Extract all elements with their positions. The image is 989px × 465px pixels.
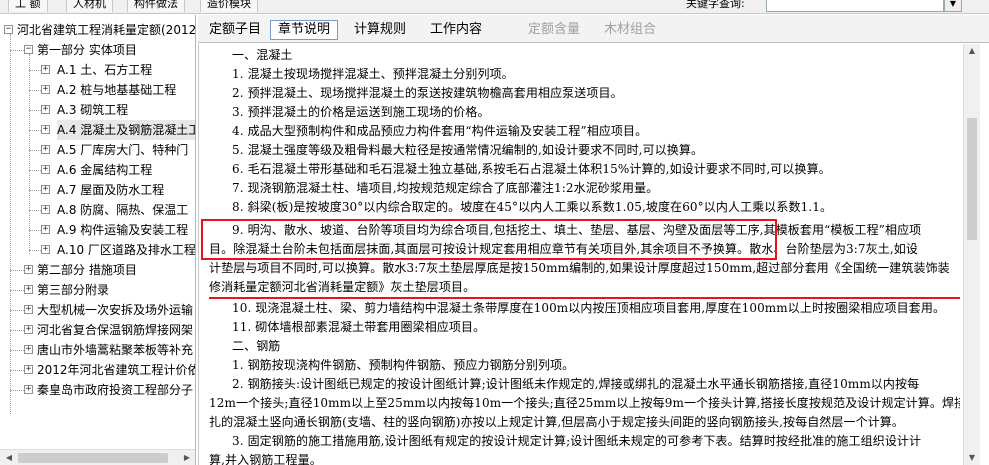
scroll-left-icon[interactable]: ◀ <box>2 452 16 464</box>
expand-icon[interactable]: + <box>24 365 33 374</box>
chapter-code: A.2 <box>57 83 77 97</box>
chevron-down-icon: ▼ <box>949 0 957 8</box>
expand-icon[interactable]: + <box>41 165 50 174</box>
expand-icon[interactable]: + <box>24 285 33 294</box>
expand-icon[interactable]: + <box>24 265 33 274</box>
tab-bar: 定额子目 章节说明 计算规则 工作内容 定额含量 木材组合 <box>198 15 989 43</box>
expand-icon[interactable]: + <box>41 185 50 194</box>
doc-line: 3. 预拌混凝土的价格是运送到施工现场的价格。 <box>232 105 490 119</box>
expand-icon[interactable]: + <box>41 125 50 134</box>
search-input[interactable] <box>766 0 944 12</box>
search-dropdown-button[interactable]: ▼ <box>944 0 962 12</box>
toolbar-item-component-method[interactable]: 构件做法 <box>127 0 185 12</box>
tree-node-label: 2012年河北省建筑工程计价依 <box>37 363 196 377</box>
chapter-code: A.9 <box>57 223 77 237</box>
tree-node-label: 第二部分 措施项目 <box>37 263 137 277</box>
chapter-code: A.3 <box>57 103 77 117</box>
annotation-underline <box>209 297 960 299</box>
scroll-up-icon[interactable]: ▲ <box>966 44 978 58</box>
expand-icon[interactable]: + <box>41 85 50 94</box>
chapter-notes-document: 一、混凝土 1. 混凝土按现场搅拌混凝土、预拌混凝土分别列项。 2. 预拌混凝土… <box>198 44 960 465</box>
chapter-code: A.8 <box>57 203 77 217</box>
collapse-icon[interactable]: − <box>24 45 33 54</box>
tree-node-label: 第三部分附录 <box>37 283 110 297</box>
doc-line: 2. 预拌混凝土、现场搅拌混凝土的泵送按建筑物檐高套用相应泵送项目。 <box>232 86 623 100</box>
chapter-name: 屋面及防水工程 <box>80 183 165 197</box>
doc-line: 2. 钢筋接头:设计图纸已规定的按设计图纸计算;设计图纸未作规定的,焊接或绑扎的… <box>232 377 920 391</box>
doc-line: 4. 成品大型预制构件和成品预应力构件套用“构件运输及安装工程”相应项目。 <box>232 124 648 138</box>
search-label: 关键字查询: <box>686 0 745 10</box>
expand-icon[interactable]: + <box>24 345 33 354</box>
expand-icon[interactable]: + <box>41 145 50 154</box>
chapter-code: A.5 <box>57 143 77 157</box>
toolbar-item-quota[interactable]: 工 额 <box>8 0 48 12</box>
chapter-code: A.4 <box>57 123 77 137</box>
tab-timber-combination[interactable]: 木材组合 <box>598 20 662 40</box>
chapter-name: 土、石方工程 <box>80 63 153 77</box>
tab-quota-items[interactable]: 定额子目 <box>204 20 266 40</box>
doc-line: 7. 现浇钢筋混凝土柱、墙项目,均按规范规定综合了底部灌注1:2水泥砂浆用量。 <box>232 181 659 195</box>
top-toolbar: 工 额 人材机 构件做法 造价模块 关键字查询: ▼ <box>0 0 989 14</box>
content-pane: 定额子目 章节说明 计算规则 工作内容 定额含量 木材组合 一、混凝土 1. 混… <box>198 15 989 465</box>
tree-node-label: 秦皇岛市政府投资工程部分子 <box>37 383 194 397</box>
chapter-name: 防腐、隔热、保温工 <box>80 203 189 217</box>
chapter-name: 混凝土及钢筋混凝土工 <box>80 123 196 137</box>
doc-line: 算,并入钢筋工程量。 <box>209 453 322 465</box>
annotation-box <box>201 219 777 260</box>
section-heading: 二、钢筋 <box>232 339 281 353</box>
scroll-right-icon[interactable]: ▶ <box>180 452 194 464</box>
doc-line: 11. 砌体墙根部素混凝土带套用圈梁相应项目。 <box>232 320 486 334</box>
expand-icon[interactable]: + <box>41 65 50 74</box>
tree-node-label: 河北省建筑工程消耗量定额(2012 <box>17 23 196 37</box>
doc-line: 8. 斜梁(板)是按坡度30°以内综合取定的。坡度在45°以内人工乘以系数1.0… <box>232 200 833 214</box>
tree-horizontal-scrollbar[interactable]: ◀ ▶ <box>0 449 195 465</box>
doc-line: 修消耗量定额河北省消耗量定额》灰土垫层项目。 <box>209 280 476 294</box>
expand-icon[interactable]: + <box>41 245 50 254</box>
doc-line: 扎的混凝土竖向通长钢筋(支墙、柱的竖向钢筋)亦按以上规定计算,但层高小于规定接头… <box>209 415 904 429</box>
document-vertical-scrollbar[interactable]: ▲ ▼ <box>963 44 980 465</box>
chapter-code: A.1 <box>57 63 77 77</box>
tree-node-label: 唐山市外墙蒿粘聚苯板等补充 <box>37 343 194 357</box>
tree-node-label: 大型机械一次安拆及场外运输 <box>37 303 194 317</box>
chapter-name: 金属结构工程 <box>80 163 153 177</box>
expand-icon[interactable]: + <box>41 205 50 214</box>
tab-work-content[interactable]: 工作内容 <box>424 20 488 40</box>
quota-tree[interactable]: − 河北省建筑工程消耗量定额(2012 − 第一部分 实体项目 + A.1 土、… <box>0 15 196 465</box>
expand-icon[interactable]: + <box>24 325 33 334</box>
tab-chapter-notes[interactable]: 章节说明 <box>270 20 338 40</box>
doc-line: 计垫层与项目不同时,可以换算。散水3:7灰土垫层厚底是按150mm编制的,如果设… <box>209 261 950 275</box>
doc-line: 1. 钢筋按现浇构件钢筋、预制构件钢筋、预应力钢筋分别列项。 <box>232 358 575 372</box>
doc-line: 6. 毛石混凝土带形基础和毛石混凝土独立基础,系按毛石占混凝土体积15%计算的,… <box>232 162 831 176</box>
doc-line: 3. 固定钢筋的施工措施用筋,设计图纸有规定的按设计规定计算;设计图纸未规定的可… <box>232 434 922 448</box>
chapter-name: 构件运输及安装工程 <box>80 223 189 237</box>
collapse-icon[interactable]: − <box>4 25 13 34</box>
chapter-name: 砌筑工程 <box>80 103 129 117</box>
expand-icon[interactable]: + <box>41 225 50 234</box>
expand-icon[interactable]: + <box>41 105 50 114</box>
doc-line: 12m一个接头;直径10mm以上至25mm以内按每10m一个接头;直径25mm以… <box>209 396 960 410</box>
scroll-down-icon[interactable]: ▼ <box>966 451 978 465</box>
toolbar-item-labor-material-machine[interactable]: 人材机 <box>66 0 113 12</box>
tab-calculation-rules[interactable]: 计算规则 <box>348 20 412 40</box>
tree-node-label: 第一部分 实体项目 <box>37 43 137 57</box>
chapter-code: A.6 <box>57 163 77 177</box>
chapter-code: A.10 <box>57 243 85 257</box>
section-heading: 一、混凝土 <box>232 48 293 62</box>
scroll-thumb[interactable] <box>967 118 977 240</box>
doc-line: 10. 现浇混凝土柱、梁、剪力墙结构中混凝土条带厚度在100m以内按压顶相应项目… <box>232 301 946 315</box>
scroll-thumb[interactable] <box>18 453 168 463</box>
toolbar-item-cost-module[interactable]: 造价模块 <box>200 0 258 12</box>
chapter-name: 厂库房大门、特种门 <box>80 143 189 157</box>
doc-line: 5. 混凝土强度等级及粗骨料最大粒径是按通常情况编制的,如设计要求不同时,可以换… <box>232 143 704 157</box>
tab-quota-content[interactable]: 定额含量 <box>522 20 586 40</box>
chapter-name: 桩与地基基础工程 <box>80 83 177 97</box>
expand-icon[interactable]: + <box>24 305 33 314</box>
doc-line: 1. 混凝土按现场搅拌混凝土、预拌混凝土分别列项。 <box>232 67 514 81</box>
tree-node-label: 河北省复合保温钢筋焊接网架 <box>37 323 194 337</box>
chapter-name: 厂区道路及排水工程 <box>87 243 196 257</box>
chapter-code: A.7 <box>57 183 77 197</box>
expand-icon[interactable]: + <box>24 385 33 394</box>
